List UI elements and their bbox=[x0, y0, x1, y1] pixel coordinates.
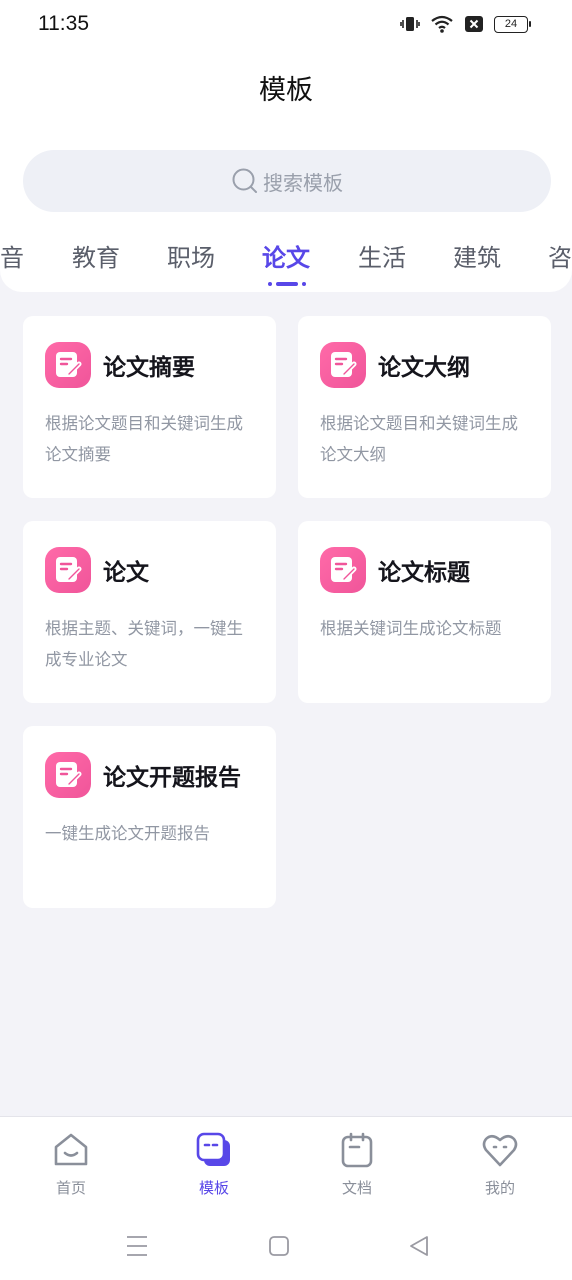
home-icon bbox=[54, 1133, 88, 1166]
search-input[interactable]: 搜索模板 bbox=[23, 150, 551, 212]
nav-label: 首页 bbox=[55, 1179, 86, 1197]
card-title: 论文摘要 bbox=[103, 355, 195, 381]
tab-consulting[interactable]: 咨 bbox=[548, 238, 572, 273]
tab-indicator bbox=[276, 282, 298, 286]
nav-item-templates[interactable]: 模板 bbox=[174, 1131, 254, 1198]
menu-icon[interactable] bbox=[126, 1234, 148, 1258]
template-card-thesis[interactable]: 论文 根据主题、关键词，一键生成专业论文 bbox=[23, 521, 276, 703]
search-placeholder: 搜索模板 bbox=[263, 170, 343, 195]
nav-item-profile[interactable]: 我的 bbox=[460, 1131, 540, 1198]
status-icons: 24 bbox=[400, 14, 531, 34]
card-title: 论文大纲 bbox=[378, 355, 470, 381]
tab-music[interactable]: 音 bbox=[0, 238, 24, 273]
template-card-thesis-abstract[interactable]: 论文摘要 根据论文题目和关键词生成论文摘要 bbox=[23, 316, 276, 498]
document-edit-icon bbox=[45, 342, 91, 388]
tab-thesis[interactable]: 论文 bbox=[262, 238, 310, 273]
document-edit-icon bbox=[45, 547, 91, 593]
battery-icon: 24 bbox=[494, 15, 531, 33]
system-nav-bar bbox=[0, 1214, 572, 1280]
document-icon bbox=[341, 1132, 373, 1168]
vibrate-icon bbox=[400, 17, 420, 31]
search-icon bbox=[232, 168, 257, 193]
nav-item-home[interactable]: 首页 bbox=[31, 1131, 111, 1198]
nav-label: 我的 bbox=[484, 1179, 515, 1197]
document-edit-icon bbox=[320, 342, 366, 388]
card-title: 论文开题报告 bbox=[103, 765, 241, 791]
status-time: 11:35 bbox=[38, 12, 89, 35]
wifi-icon bbox=[431, 15, 453, 33]
tab-life[interactable]: 生活 bbox=[358, 238, 406, 273]
tab-education[interactable]: 教育 bbox=[72, 238, 120, 273]
category-tabs: 音 教育 职场 论文 生活 建筑 咨 bbox=[0, 238, 572, 288]
template-icon bbox=[196, 1132, 230, 1166]
card-description: 根据论文题目和关键词生成论文摘要 bbox=[45, 414, 243, 464]
tab-indicator-dot bbox=[268, 282, 272, 286]
template-card-thesis-proposal[interactable]: 论文开题报告 一键生成论文开题报告 bbox=[23, 726, 276, 908]
card-title: 论文 bbox=[103, 560, 149, 586]
card-description: 一键生成论文开题报告 bbox=[45, 824, 210, 843]
document-edit-icon bbox=[45, 752, 91, 798]
back-icon[interactable] bbox=[408, 1234, 430, 1258]
tab-architecture[interactable]: 建筑 bbox=[453, 238, 501, 273]
tab-indicator-dot bbox=[302, 282, 306, 286]
card-description: 根据关键词生成论文标题 bbox=[320, 619, 502, 638]
profile-heart-icon bbox=[482, 1134, 518, 1167]
sim-off-icon bbox=[465, 16, 483, 32]
bottom-nav: 首页 模板 文档 我的 bbox=[0, 1116, 572, 1214]
status-bar: 11:35 24 bbox=[0, 0, 572, 52]
nav-label: 模板 bbox=[198, 1179, 229, 1197]
document-edit-icon bbox=[320, 547, 366, 593]
nav-item-documents[interactable]: 文档 bbox=[317, 1131, 397, 1198]
page-title: 模板 bbox=[259, 75, 313, 106]
template-card-thesis-outline[interactable]: 论文大纲 根据论文题目和关键词生成论文大纲 bbox=[298, 316, 551, 498]
nav-label: 文档 bbox=[341, 1179, 372, 1197]
card-description: 根据主题、关键词，一键生成专业论文 bbox=[45, 619, 243, 669]
tab-workplace[interactable]: 职场 bbox=[167, 238, 215, 273]
card-title: 论文标题 bbox=[378, 560, 470, 586]
card-description: 根据论文题目和关键词生成论文大纲 bbox=[320, 414, 518, 464]
home-button-icon[interactable] bbox=[268, 1234, 290, 1258]
template-card-thesis-title[interactable]: 论文标题 根据关键词生成论文标题 bbox=[298, 521, 551, 703]
